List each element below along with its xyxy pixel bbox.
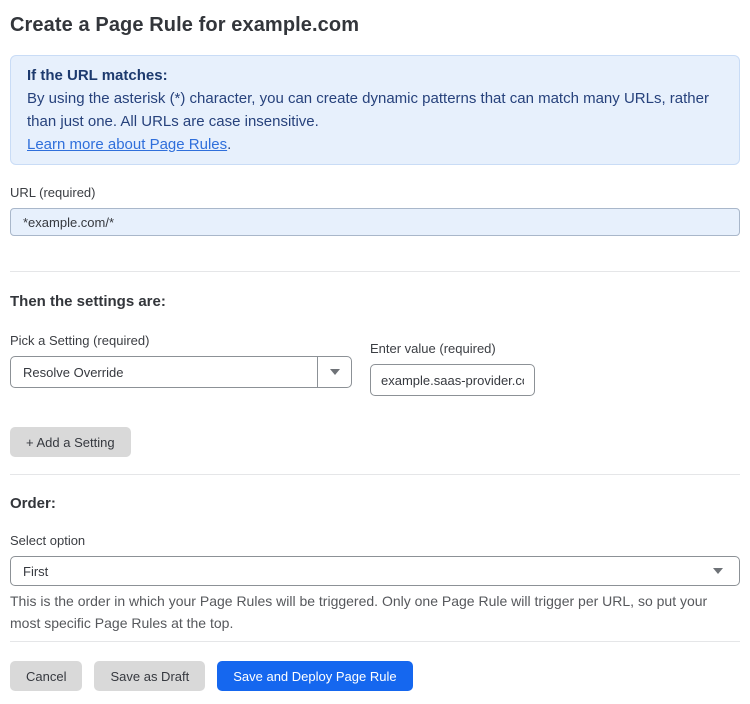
setting-value-column: Enter value (required) — [370, 333, 535, 396]
value-field-label: Enter value (required) — [370, 341, 496, 356]
caret-down-icon[interactable] — [317, 357, 351, 387]
setting-picker-label: Pick a Setting (required) — [10, 333, 150, 348]
link-suffix: . — [227, 136, 232, 153]
url-matches-info-box: If the URL matches: By using the asteris… — [10, 55, 740, 165]
page-rule-form: Create a Page Rule for example.com If th… — [0, 13, 750, 703]
save-and-deploy-button[interactable]: Save and Deploy Page Rule — [217, 661, 413, 691]
learn-more-link[interactable]: Learn more about Page Rules — [27, 136, 227, 153]
order-select[interactable]: First — [10, 556, 740, 586]
info-box-heading: If the URL matches: — [27, 67, 168, 84]
setting-select-value: Resolve Override — [23, 364, 124, 380]
setting-picker-column: Pick a Setting (required) Resolve Overri… — [10, 333, 352, 388]
add-setting-button[interactable]: + Add a Setting — [10, 427, 131, 457]
divider — [10, 641, 740, 642]
divider — [10, 271, 740, 272]
info-link-line: Learn more about Page Rules. — [27, 133, 723, 156]
url-field-label: URL (required) — [10, 185, 96, 200]
caret-down-icon — [713, 568, 723, 574]
caret-down-icon — [329, 369, 340, 375]
settings-section-heading: Then the settings are: — [10, 293, 166, 310]
save-as-draft-button[interactable]: Save as Draft — [94, 661, 206, 691]
setting-value-input[interactable] — [370, 364, 535, 396]
cancel-button[interactable]: Cancel — [10, 661, 83, 691]
order-help-text: This is the order in which your Page Rul… — [10, 593, 708, 631]
url-input[interactable] — [10, 208, 740, 236]
setting-select[interactable]: Resolve Override — [10, 356, 352, 388]
order-section-heading: Order: — [10, 495, 56, 512]
order-select-value: First — [23, 563, 49, 579]
page-title: Create a Page Rule for example.com — [10, 14, 360, 36]
settings-row: Pick a Setting (required) Resolve Overri… — [10, 333, 740, 396]
divider — [10, 474, 740, 475]
order-select-label: Select option — [10, 533, 86, 548]
info-box-body: By using the asterisk (*) character, you… — [27, 90, 709, 130]
footer-actions: Cancel Save as Draft Save and Deploy Pag… — [10, 661, 740, 691]
